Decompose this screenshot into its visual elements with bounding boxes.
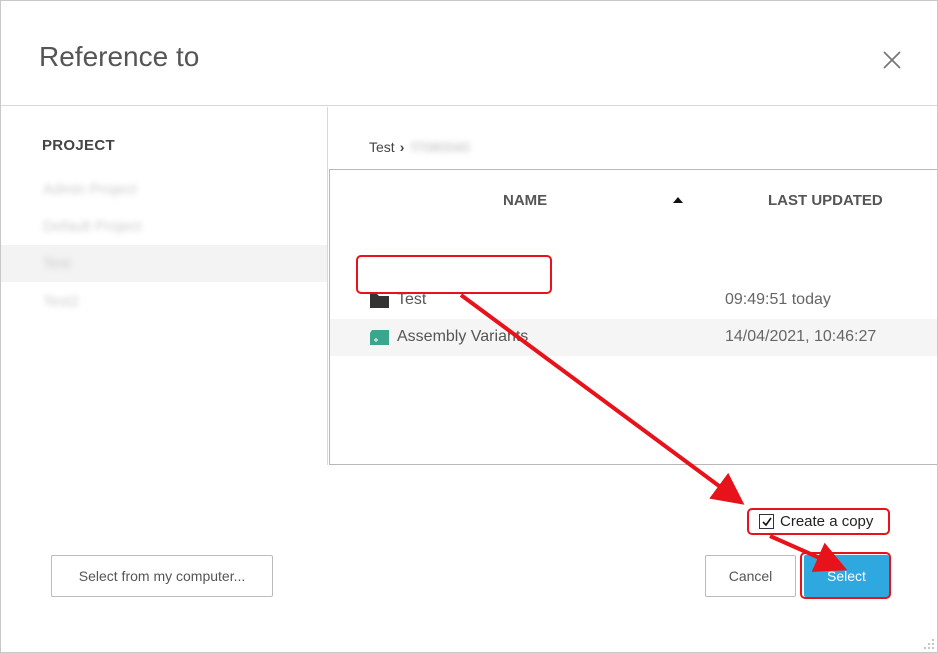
sidebar-item-label: Test2 <box>43 293 79 310</box>
checkbox-checked-icon[interactable] <box>759 514 774 529</box>
row-updated: 14/04/2021, 10:46:27 <box>725 328 877 345</box>
cancel-button[interactable]: Cancel <box>705 555 796 597</box>
row-name: Assembly Variants <box>397 328 529 345</box>
row-name: Test <box>397 291 427 308</box>
table-row[interactable]: Test 09:49:51 today <box>330 282 937 319</box>
sidebar-item-project[interactable]: Default Project <box>1 208 327 245</box>
dialog-title: Reference to <box>39 41 200 72</box>
column-header-last-updated[interactable]: LAST UPDATED <box>768 192 883 209</box>
breadcrumb: Test › f7080040 <box>369 139 470 155</box>
sidebar-item-project[interactable]: Test2 <box>1 283 327 320</box>
sort-ascending-icon[interactable] <box>672 196 684 204</box>
sidebar-item-label: Default Project <box>43 218 142 235</box>
select-from-computer-button[interactable]: Select from my computer... <box>51 555 273 597</box>
dialog-footer: Create a copy Select from my computer...… <box>1 466 937 652</box>
chevron-right-icon: › <box>399 139 405 155</box>
column-header-name[interactable]: NAME <box>503 192 547 209</box>
breadcrumb-current: f7080040 <box>411 139 470 155</box>
project-sidebar: PROJECT Admin Project Default Project Te… <box>1 107 328 465</box>
file-table: NAME LAST UPDATED Test 09:49:51 today As… <box>329 169 937 465</box>
sidebar-item-label: Test <box>43 255 71 272</box>
sidebar-item-label: Admin Project <box>43 181 137 198</box>
sidebar-item-project[interactable]: Admin Project <box>1 171 327 208</box>
close-icon[interactable] <box>879 47 905 73</box>
resize-grip-icon[interactable] <box>923 638 935 650</box>
file-browser: Test › f7080040 NAME LAST UPDATED Test 0… <box>329 107 937 465</box>
folder-icon <box>370 294 389 308</box>
create-copy-checkbox[interactable]: Create a copy <box>759 513 873 530</box>
select-button[interactable]: Select <box>804 555 889 597</box>
sidebar-item-project-active[interactable]: Test <box>1 245 327 282</box>
create-copy-label: Create a copy <box>780 513 874 530</box>
assembly-icon <box>370 330 389 345</box>
table-row[interactable]: Assembly Variants 14/04/2021, 10:46:27 <box>330 319 937 356</box>
sidebar-heading: PROJECT <box>42 137 115 154</box>
dialog-header: Reference to <box>1 1 937 106</box>
breadcrumb-root[interactable]: Test <box>369 139 395 155</box>
row-updated: 09:49:51 today <box>725 291 831 308</box>
reference-dialog: Reference to PROJECT Admin Project Defau… <box>0 0 938 653</box>
